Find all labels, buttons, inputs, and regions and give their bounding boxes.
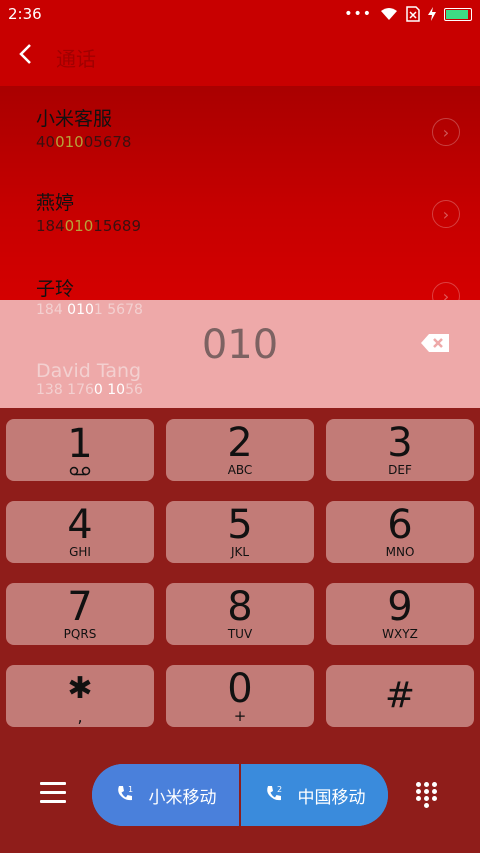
status-time: 2:36 — [8, 5, 42, 23]
voicemail-icon — [69, 466, 91, 476]
list-item[interactable]: 小米客服 4001005678 — [36, 104, 476, 151]
chevron-right-icon[interactable]: › — [432, 118, 460, 146]
battery-icon — [444, 7, 472, 21]
sim1-label: 小米移动 — [148, 787, 217, 808]
charging-icon — [428, 7, 436, 21]
contact-number: 18401015689 — [36, 217, 141, 235]
call-button-group: 1 小米移动 2 中国移动 — [92, 764, 388, 826]
key-6[interactable]: 6 MNO — [326, 501, 474, 563]
app-bar: 通话 — [0, 28, 480, 86]
dial-input-panel: 184 0101 5678 010 David Tang 138 1760 10… — [0, 300, 480, 408]
menu-icon[interactable] — [40, 782, 66, 803]
key-9[interactable]: 9 WXYZ — [326, 583, 474, 645]
contact-name: 燕婷 — [36, 192, 75, 214]
contact-name: 子玲 — [36, 278, 75, 300]
contact-list: 小米客服 4001005678 › 燕婷 18401015689 › 子玲 › — [0, 86, 480, 310]
key-4[interactable]: 4 GHI — [6, 501, 154, 563]
list-item[interactable]: 子玲 — [36, 274, 476, 301]
dialpad-toggle-icon[interactable] — [416, 782, 438, 808]
sim2-label: 中国移动 — [297, 787, 366, 808]
list-item-overlay: David Tang 138 1760 1056 — [36, 360, 143, 398]
key-3[interactable]: 3 DEF — [326, 419, 474, 481]
list-item-overlay: 184 0101 5678 — [36, 302, 143, 318]
key-8[interactable]: 8 TUV — [166, 583, 314, 645]
phone-sim2-icon: 2 — [266, 785, 282, 801]
more-dots-icon: ••• — [344, 6, 372, 22]
dialer-bottom-bar: 1 小米移动 2 中国移动 — [0, 740, 480, 853]
contact-number: 184 0101 5678 — [36, 302, 143, 318]
status-bar: 2:36 ••• — [0, 0, 480, 28]
contact-name: David Tang — [36, 360, 142, 382]
key-5[interactable]: 5 JKL — [166, 501, 314, 563]
status-icons: ••• — [344, 6, 472, 22]
call-sim1-button[interactable]: 1 小米移动 — [92, 764, 239, 826]
list-item[interactable]: 燕婷 18401015689 — [36, 188, 476, 235]
call-sim2-button[interactable]: 2 中国移动 — [241, 764, 388, 826]
page-title: 通话 — [56, 46, 96, 71]
backspace-icon[interactable] — [420, 333, 450, 353]
back-arrow-icon[interactable] — [18, 42, 48, 72]
key-star[interactable]: ✱, — [6, 665, 154, 727]
phone-sim1-icon: 1 — [117, 785, 133, 801]
svg-text:2: 2 — [277, 785, 282, 794]
key-1[interactable]: 1 — [6, 419, 154, 481]
key-hash[interactable]: # — [326, 665, 474, 727]
key-2[interactable]: 2 ABC — [166, 419, 314, 481]
contact-number: 4001005678 — [36, 133, 132, 151]
chevron-right-icon[interactable]: › — [432, 200, 460, 228]
key-7[interactable]: 7 PQRS — [6, 583, 154, 645]
wifi-icon — [381, 8, 397, 20]
contact-number: 138 1760 1056 — [36, 382, 143, 398]
key-0[interactable]: 0 + — [166, 665, 314, 727]
no-sim-icon — [406, 6, 420, 22]
svg-text:1: 1 — [128, 785, 133, 794]
contact-name: 小米客服 — [36, 108, 113, 130]
